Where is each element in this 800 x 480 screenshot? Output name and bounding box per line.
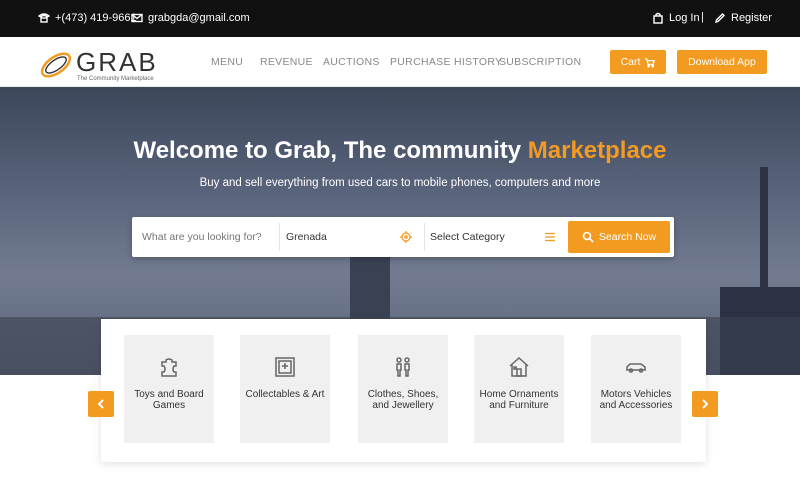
- category-select[interactable]: Select Category: [424, 217, 566, 257]
- car-icon: [626, 363, 646, 373]
- nav-revenue[interactable]: REVENUE: [260, 56, 313, 68]
- category-value: Select Category: [430, 231, 505, 243]
- frame-icon: [275, 357, 295, 377]
- search-icon: [582, 231, 594, 243]
- chevron-left-icon: [97, 399, 104, 409]
- category-card-clothes[interactable]: Clothes, Shoes, and Jewellery: [358, 335, 448, 443]
- pencil-icon: [715, 13, 725, 23]
- nav-purchase-history[interactable]: PURCHASE HISTORY: [390, 56, 502, 68]
- brand-logo[interactable]: GRAB The Community Marketplace: [38, 45, 158, 82]
- category-label: Collectables & Art: [245, 389, 325, 400]
- list-icon: [545, 232, 555, 242]
- search-now-button[interactable]: Search Now: [568, 221, 670, 253]
- category-label: Clothes, Shoes, and Jewellery: [367, 389, 439, 411]
- search-button-label: Search Now: [598, 231, 657, 243]
- top-bar: +(473) 419-9661 grabgda@gmail.com Log In…: [0, 0, 800, 37]
- chevron-right-icon: [702, 399, 709, 409]
- category-label: Home Ornaments and Furniture: [479, 389, 559, 411]
- topbar-separator: |: [701, 11, 704, 23]
- search-bar: Grenada Select Category Search Now: [132, 217, 674, 257]
- cart-button[interactable]: Cart: [610, 50, 666, 74]
- mail-icon: [131, 13, 143, 23]
- house-icon: [509, 356, 529, 377]
- search-input[interactable]: [132, 217, 279, 257]
- category-label: Toys and Board Games: [134, 389, 204, 411]
- crosshair-icon: [400, 231, 412, 243]
- category-card-motors[interactable]: Motors Vehicles and Accessories: [591, 335, 681, 443]
- carousel-prev-button[interactable]: [88, 391, 114, 417]
- register-link[interactable]: Register: [714, 12, 772, 24]
- download-label: Download App: [688, 56, 756, 68]
- main-nav: GRAB The Community Marketplace MENU REVE…: [0, 37, 800, 87]
- nav-subscription[interactable]: SUBSCRIPTION: [499, 56, 581, 68]
- hero-subtitle: Buy and sell everything from used cars t…: [199, 177, 601, 189]
- download-app-button[interactable]: Download App: [677, 50, 767, 74]
- location-field[interactable]: Grenada: [280, 217, 424, 257]
- cart-icon: [645, 57, 656, 68]
- nav-auctions[interactable]: AUCTIONS: [323, 56, 380, 68]
- login-link[interactable]: Log In: [652, 12, 700, 24]
- hero-title-main: Welcome to Grab, The community: [133, 137, 528, 164]
- hero-title: Welcome to Grab, The community Marketpla…: [0, 137, 800, 165]
- cart-label: Cart: [620, 56, 641, 68]
- phone-number: +(473) 419-9661: [55, 12, 137, 24]
- hero-title-accent: Marketplace: [527, 137, 667, 164]
- people-icon: [396, 357, 410, 377]
- login-label: Log In: [669, 12, 700, 24]
- register-label: Register: [731, 12, 772, 24]
- category-card-collectables[interactable]: Collectables & Art: [240, 335, 330, 443]
- email-address: grabgda@gmail.com: [148, 12, 250, 24]
- category-label: Motors Vehicles and Accessories: [599, 389, 673, 411]
- puzzle-icon: [161, 358, 177, 377]
- category-card-home[interactable]: Home Ornaments and Furniture: [474, 335, 564, 443]
- carousel-next-button[interactable]: [692, 391, 718, 417]
- phone-contact[interactable]: +(473) 419-9661: [38, 12, 137, 24]
- email-contact[interactable]: grabgda@gmail.com: [131, 12, 250, 24]
- brand-tagline: The Community Marketplace: [77, 76, 154, 82]
- logo-mark-icon: [40, 52, 72, 78]
- phone-icon: [38, 13, 50, 23]
- nav-menu[interactable]: MENU: [211, 56, 243, 68]
- category-card-toys[interactable]: Toys and Board Games: [124, 335, 214, 443]
- location-value: Grenada: [286, 231, 327, 243]
- category-carousel: Toys and Board Games Collectables & Art …: [101, 319, 706, 462]
- brand-name: GRAB: [76, 47, 158, 77]
- bag-icon: [653, 12, 663, 24]
